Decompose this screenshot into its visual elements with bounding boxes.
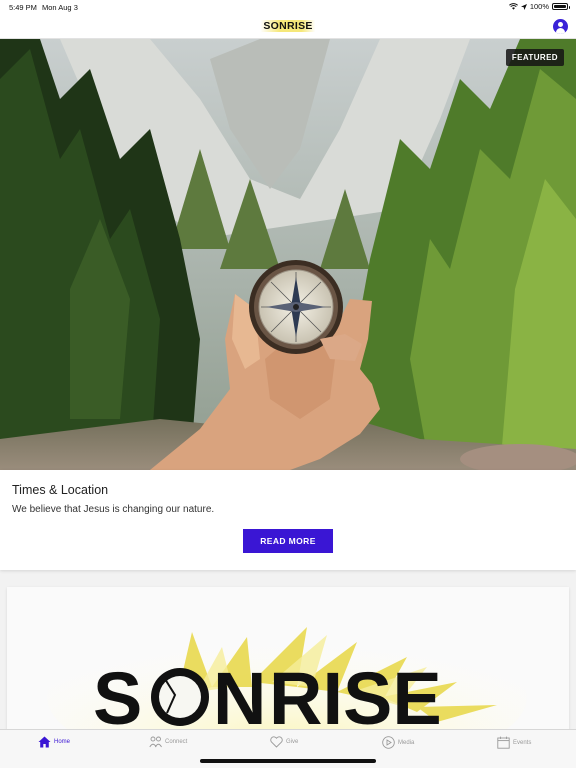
- home-indicator[interactable]: [200, 759, 376, 763]
- nav-bar: SONRISE: [0, 14, 576, 39]
- calendar-icon: [497, 736, 510, 749]
- play-icon: [382, 736, 395, 749]
- status-time: 5:49 PM: [9, 3, 37, 12]
- logo-letter-n: N: [213, 657, 266, 737]
- sonrise-logo-card[interactable]: S N RISE: [7, 587, 569, 737]
- forest-compass-image: [0, 39, 576, 470]
- tab-home-label: Home: [54, 739, 71, 745]
- sonrise-logo-image: S N RISE: [7, 587, 569, 737]
- featured-image[interactable]: FEATURED: [0, 39, 576, 470]
- battery-percent: 100%: [529, 2, 549, 11]
- home-icon: [38, 736, 51, 748]
- wifi-icon: [508, 3, 518, 10]
- app-screen: 5:49 PM Mon Aug 3 100% SONRISE FEATURED …: [0, 0, 576, 768]
- status-indicators: 100%: [508, 2, 570, 11]
- featured-badge: FEATURED: [505, 49, 564, 66]
- location-arrow-icon: [520, 3, 527, 10]
- status-date: Mon Aug 3: [42, 3, 78, 12]
- tab-events-label: Events: [513, 739, 532, 746]
- logo-word-rise: RISE: [269, 657, 442, 737]
- people-icon: [149, 736, 162, 748]
- card-title: Times & Location: [12, 483, 109, 497]
- account-icon[interactable]: [553, 19, 568, 34]
- heart-icon: [270, 736, 283, 748]
- tab-media[interactable]: Media: [382, 736, 414, 749]
- tab-events[interactable]: Events: [497, 736, 531, 749]
- battery-icon: [552, 3, 570, 10]
- tab-give[interactable]: Give: [270, 736, 298, 748]
- featured-card: Times & Location We believe that Jesus i…: [0, 470, 576, 570]
- read-more-button[interactable]: READ MORE: [243, 529, 333, 553]
- tab-give-label: Give: [286, 739, 299, 745]
- tab-media-label: Media: [398, 739, 415, 746]
- header-logo: SONRISE: [260, 20, 316, 32]
- tab-bar: Home Connect Give Media Events: [0, 729, 576, 768]
- tab-connect-label: Connect: [165, 739, 188, 745]
- logo-letter-s: S: [93, 657, 142, 737]
- status-bar: 5:49 PM Mon Aug 3 100%: [0, 0, 576, 14]
- card-description: We believe that Jesus is changing our na…: [12, 504, 215, 515]
- tab-connect[interactable]: Connect: [149, 736, 187, 748]
- tab-home[interactable]: Home: [38, 736, 70, 748]
